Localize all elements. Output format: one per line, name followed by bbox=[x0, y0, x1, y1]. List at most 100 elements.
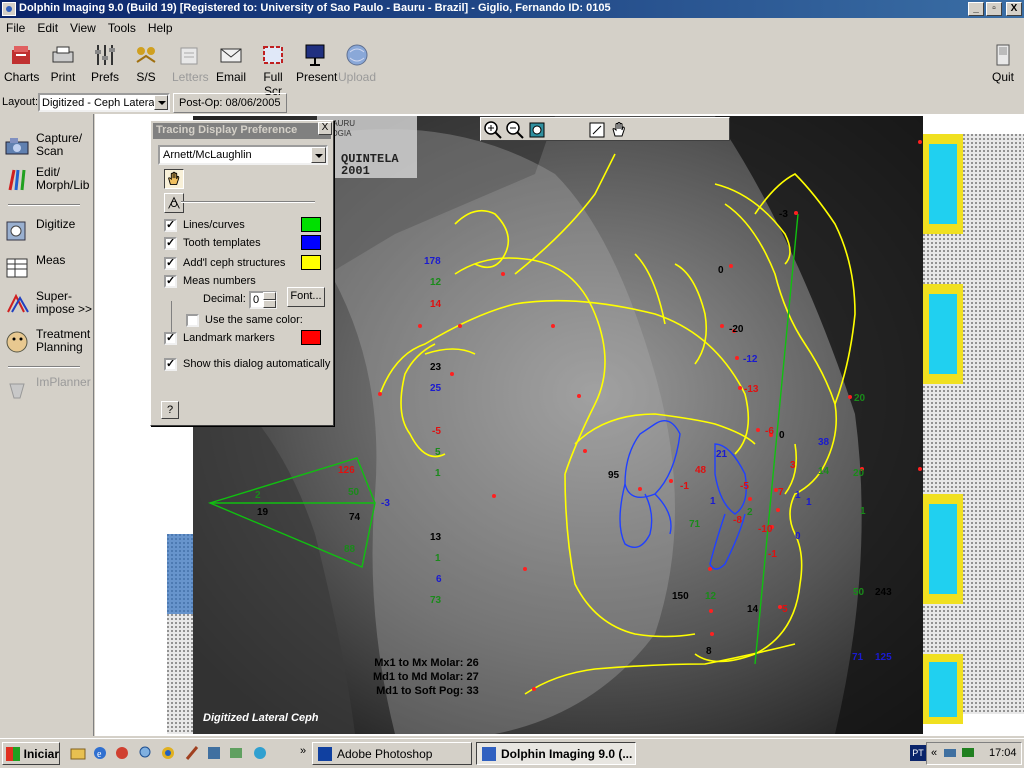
maximize-button[interactable]: ▫ bbox=[986, 2, 1002, 16]
digitize-button[interactable]: Digitize bbox=[4, 218, 94, 246]
measurement-value: -10 bbox=[758, 524, 773, 535]
postop-tab[interactable]: Post-Op: 08/06/2005 bbox=[173, 93, 287, 113]
measurement-value: 2 bbox=[747, 507, 753, 518]
minimize-button[interactable]: _ bbox=[968, 2, 984, 16]
task-photoshop[interactable]: Adobe Photoshop bbox=[312, 742, 472, 765]
measurement-value: 0 bbox=[795, 531, 801, 542]
lines-curves-checkbox[interactable] bbox=[164, 218, 177, 232]
landmark-markers-label: Landmark markers bbox=[183, 332, 275, 344]
implanner-button[interactable]: ImPlanner bbox=[4, 376, 94, 404]
tray-expand-icon[interactable]: « bbox=[931, 747, 937, 759]
measurements-table-icon bbox=[6, 258, 28, 278]
menu-file[interactable]: File bbox=[0, 21, 31, 35]
lines-curves-option[interactable]: Lines/curves bbox=[164, 217, 245, 233]
layout-select[interactable]: Digitized - Ceph Lateral bbox=[38, 93, 170, 112]
landmark-markers-option[interactable]: Landmark markers bbox=[164, 330, 275, 346]
zoom-fit-icon[interactable] bbox=[527, 120, 547, 140]
hand-tool-button[interactable] bbox=[164, 169, 184, 189]
landmark-color-swatch[interactable] bbox=[301, 330, 321, 345]
close-button[interactable]: X bbox=[1006, 2, 1022, 16]
landmark-markers-checkbox[interactable] bbox=[164, 331, 177, 345]
measurement-value: 88 bbox=[344, 544, 356, 555]
meas-numbers-checkbox[interactable] bbox=[164, 274, 177, 288]
menu-edit[interactable]: Edit bbox=[31, 21, 64, 35]
meas-button[interactable]: Meas bbox=[4, 254, 94, 282]
lines-color-swatch[interactable] bbox=[301, 217, 321, 232]
quit-button[interactable]: Quit bbox=[986, 42, 1020, 84]
show-auto-option[interactable]: Show this dialog automatically bbox=[164, 356, 330, 372]
language-indicator[interactable]: PT bbox=[910, 745, 926, 761]
folder-icon[interactable] bbox=[70, 745, 86, 761]
fullscreen-button[interactable]: Full Scr bbox=[254, 42, 292, 98]
task-dolphin[interactable]: Dolphin Imaging 9.0 (... bbox=[476, 742, 636, 765]
treatment-planning-button[interactable]: Treatment Planning bbox=[4, 328, 94, 356]
left-panel: Capture/ Scan Edit/ Morph/Lib Digitize M… bbox=[0, 114, 94, 736]
email-button[interactable]: Email bbox=[216, 42, 246, 84]
measurement-value: -1 bbox=[680, 481, 689, 492]
tooth-color-swatch[interactable] bbox=[301, 235, 321, 250]
help-button[interactable]: ? bbox=[161, 401, 179, 419]
media-icon[interactable] bbox=[114, 745, 130, 761]
meas-numbers-option[interactable]: Meas numbers bbox=[164, 273, 256, 289]
spin-up-icon[interactable] bbox=[263, 292, 276, 300]
search-icon[interactable] bbox=[138, 745, 154, 761]
chrome-icon[interactable] bbox=[160, 745, 176, 761]
font-button[interactable]: Font... bbox=[287, 287, 325, 307]
analysis-select[interactable]: Arnett/McLaughlin bbox=[158, 145, 328, 165]
measurement-value: 12 bbox=[430, 277, 442, 288]
network-icon[interactable] bbox=[252, 745, 268, 761]
measurement-value: 150 bbox=[672, 591, 689, 602]
measurement-value: 20 bbox=[853, 468, 865, 479]
letters-button[interactable]: Letters bbox=[172, 42, 209, 84]
start-button[interactable]: Iniciar bbox=[2, 742, 60, 765]
superimpose-label: Super- impose >> bbox=[36, 289, 93, 316]
chevron-down-icon[interactable] bbox=[311, 147, 326, 163]
show-auto-checkbox[interactable] bbox=[164, 357, 177, 371]
treatment-face-icon bbox=[6, 331, 28, 353]
chevron-down-icon[interactable] bbox=[154, 95, 168, 110]
capture-scan-button[interactable]: Capture/ Scan bbox=[4, 132, 94, 160]
measurement-value: -3 bbox=[381, 498, 390, 509]
addl-ceph-checkbox[interactable] bbox=[164, 256, 177, 270]
tooth-templates-option[interactable]: Tooth templates bbox=[164, 235, 261, 251]
decimal-spin-buttons[interactable] bbox=[263, 292, 276, 308]
zoom-in-icon[interactable] bbox=[483, 120, 503, 140]
menu-view[interactable]: View bbox=[64, 21, 102, 35]
addl-ceph-label: Add'l ceph structures bbox=[183, 257, 286, 269]
network-tray-icon[interactable] bbox=[943, 746, 957, 760]
internet-explorer-icon[interactable]: e bbox=[92, 745, 108, 761]
measurement-value: -3 bbox=[779, 209, 788, 220]
same-color-checkbox[interactable] bbox=[186, 313, 199, 327]
app-icon[interactable] bbox=[206, 745, 222, 761]
upload-button[interactable]: Upload bbox=[338, 42, 376, 84]
same-color-option[interactable]: Use the same color: bbox=[186, 312, 303, 328]
dialog-close-button[interactable]: X bbox=[318, 122, 332, 135]
menu-tools[interactable]: Tools bbox=[102, 21, 142, 35]
tracing-tool-button[interactable] bbox=[164, 193, 184, 213]
dolphin-app-icon[interactable] bbox=[2, 2, 16, 16]
superimpose-button[interactable]: Super- impose >> bbox=[4, 290, 94, 318]
addl-ceph-option[interactable]: Add'l ceph structures bbox=[164, 255, 285, 271]
ss-button[interactable]: S/S bbox=[132, 42, 160, 84]
zoom-out-icon[interactable] bbox=[505, 120, 525, 140]
quicklaunch-more-icon[interactable]: » bbox=[300, 745, 306, 757]
printer-icon bbox=[52, 46, 74, 63]
prefs-button[interactable]: Prefs bbox=[90, 42, 120, 84]
charts-button[interactable]: Charts bbox=[4, 42, 39, 84]
crop-icon[interactable] bbox=[587, 120, 607, 140]
hand-pan-icon[interactable] bbox=[609, 120, 629, 140]
monitor-tray-icon[interactable] bbox=[961, 746, 975, 760]
present-button[interactable]: Present bbox=[296, 42, 337, 84]
menu-help[interactable]: Help bbox=[142, 21, 179, 35]
tooth-templates-checkbox[interactable] bbox=[164, 236, 177, 250]
dialog-title[interactable]: Tracing Display Preference bbox=[153, 123, 331, 139]
ceph-color-swatch[interactable] bbox=[301, 255, 321, 270]
spin-down-icon[interactable] bbox=[263, 300, 276, 308]
print-button[interactable]: Print bbox=[48, 42, 78, 84]
measurement-value: -12 bbox=[743, 354, 758, 365]
edit-morph-button[interactable]: Edit/ Morph/Lib bbox=[4, 166, 94, 194]
title-bar: Dolphin Imaging 9.0 (Build 19) [Register… bbox=[0, 0, 1024, 18]
paint-icon[interactable] bbox=[184, 745, 200, 761]
photo-icon[interactable] bbox=[228, 745, 244, 761]
measurement-value: 125 bbox=[875, 652, 892, 663]
